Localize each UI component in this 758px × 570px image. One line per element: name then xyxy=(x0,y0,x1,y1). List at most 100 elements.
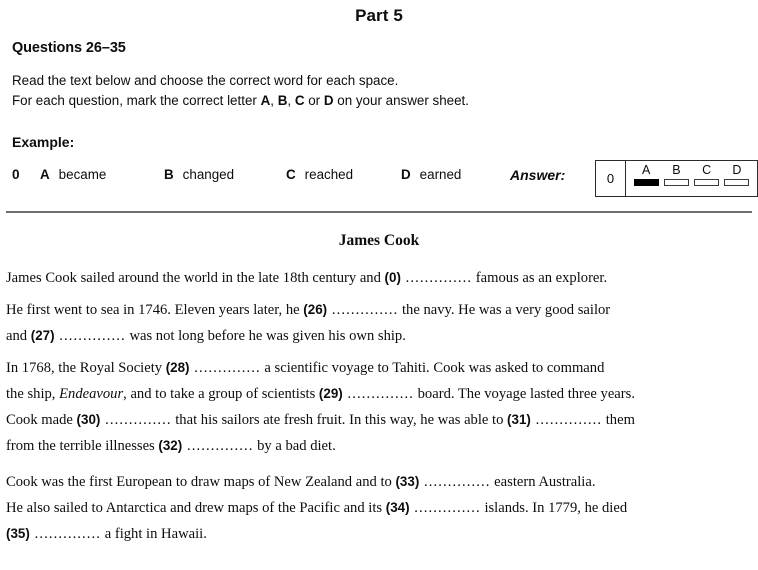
answer-gap[interactable]: .............. xyxy=(410,500,481,516)
sep-1: , xyxy=(270,93,278,108)
answer-label: Answer: xyxy=(510,167,566,183)
question-number: (26) xyxy=(303,302,328,317)
answer-gap[interactable]: .............. xyxy=(100,412,171,428)
example-question-number: 0 xyxy=(12,167,20,182)
passage-line: In 1768, the Royal Society (28) ........… xyxy=(6,355,754,381)
instruction-line-1: Read the text below and choose the corre… xyxy=(12,73,399,88)
example-option-c-letter: C xyxy=(286,167,296,182)
question-number: (33) xyxy=(395,474,420,489)
passage-line: from the terrible illnesses (32) .......… xyxy=(6,433,754,459)
instruction-line-2-part-a: For each question, mark the correct lett… xyxy=(12,93,261,108)
question-number: (31) xyxy=(507,412,531,427)
answer-bubble-c-letter: C xyxy=(702,163,712,177)
passage-paragraph: James Cook sailed around the world in th… xyxy=(6,265,754,291)
passage-paragraph: In 1768, the Royal Society (28) ........… xyxy=(6,355,754,459)
passage-line: the ship, Endeavour, and to take a group… xyxy=(6,381,754,407)
example-option-c-word: reached xyxy=(304,167,354,182)
answer-bubble-d-mark xyxy=(724,179,750,186)
question-number: (34) xyxy=(385,500,410,515)
passage-text: Cook was the first European to draw maps… xyxy=(6,474,396,490)
letter-b: B xyxy=(277,93,288,108)
question-number: (0) xyxy=(384,270,401,285)
question-number: (27) xyxy=(30,328,55,343)
passage-text: He first went to sea in 1746. Eleven yea… xyxy=(6,302,304,318)
passage-text: He also sailed to Antarctica and drew ma… xyxy=(6,500,386,516)
example-row: 0 Abecame Bchanged Creached Dearned Answ… xyxy=(12,160,758,197)
passage-line: (35) .............. a fight in Hawaii. xyxy=(6,521,754,547)
example-option-b-word: changed xyxy=(182,167,235,182)
passage-paragraph: He first went to sea in 1746. Eleven yea… xyxy=(6,297,754,349)
answer-gap[interactable]: .............. xyxy=(419,474,490,490)
answer-bubble-a[interactable]: A xyxy=(632,163,660,193)
ship-name: Endeavour xyxy=(59,386,124,402)
answer-bubble-d-letter: D xyxy=(732,163,742,177)
answer-gap[interactable]: .............. xyxy=(55,328,126,344)
answer-gap[interactable]: .............. xyxy=(401,270,472,286)
answer-gap[interactable]: .............. xyxy=(531,412,602,428)
answer-bubble-d[interactable]: D xyxy=(723,163,751,193)
example-option-d: Dearned xyxy=(401,167,461,182)
question-number: (30) xyxy=(76,412,101,427)
passage-text: islands. In 1779, he died xyxy=(480,500,628,516)
passage-text: , and to take a group of scientists xyxy=(123,386,319,402)
passage-text: was not long before he was given his own… xyxy=(125,328,406,344)
passage-paragraph: Cook was the first European to draw maps… xyxy=(6,469,754,547)
answer-grid-question-number: 0 xyxy=(596,161,626,196)
passage-line: and (27) .............. was not long bef… xyxy=(6,323,754,349)
passage-line: He also sailed to Antarctica and drew ma… xyxy=(6,495,754,521)
example-option-c: Creached xyxy=(286,167,353,182)
passage-text: board. The voyage lasted three years. xyxy=(413,386,635,402)
exam-page: Part 5 Questions 26–35 Read the text bel… xyxy=(0,0,758,570)
answer-bubble-b-mark xyxy=(663,179,689,186)
answer-bubble-c[interactable]: C xyxy=(693,163,721,193)
answer-bubble-b[interactable]: B xyxy=(662,163,690,193)
example-option-a-word: became xyxy=(58,167,107,182)
letter-a: A xyxy=(260,93,271,108)
answer-bubble-b-letter: B xyxy=(672,163,681,177)
passage-text: from the terrible illnesses xyxy=(6,438,159,454)
section-divider xyxy=(6,211,752,213)
page-title: Part 5 xyxy=(355,6,403,25)
example-option-b: Bchanged xyxy=(164,167,234,182)
example-option-a: Abecame xyxy=(40,167,106,182)
answer-gap[interactable]: .............. xyxy=(343,386,414,402)
instruction-line-2-tail: on your answer sheet. xyxy=(333,93,470,108)
answer-gap[interactable]: .............. xyxy=(327,302,398,318)
answer-gap[interactable]: .............. xyxy=(182,438,253,454)
passage-text: a scientific voyage to Tahiti. Cook was … xyxy=(260,360,605,376)
question-number: (28) xyxy=(165,360,190,375)
answer-bubble-a-mark xyxy=(633,179,659,186)
questions-range-heading: Questions 26–35 xyxy=(12,40,126,56)
example-label: Example: xyxy=(12,134,75,150)
passage-line: He first went to sea in 1746. Eleven yea… xyxy=(6,297,754,323)
passage-title: James Cook xyxy=(338,232,420,249)
passage-text: by a bad diet. xyxy=(253,438,336,454)
passage-text: Cook made xyxy=(6,412,77,428)
passage-text: a fight in Hawaii. xyxy=(101,526,207,542)
passage-text: the navy. He was a very good sailor xyxy=(398,302,611,318)
letter-d: D xyxy=(323,93,334,108)
example-option-b-letter: B xyxy=(164,167,174,182)
answer-grid: 0 A B C D xyxy=(595,160,758,197)
passage-text: the ship, xyxy=(6,386,60,402)
passage-text: that his sailors ate fresh fruit. In thi… xyxy=(171,412,508,428)
passage-line: James Cook sailed around the world in th… xyxy=(6,265,754,291)
letter-c: C xyxy=(294,93,305,108)
question-number: (29) xyxy=(318,386,343,401)
example-option-d-word: earned xyxy=(419,167,462,182)
passage-text: famous as an explorer. xyxy=(472,270,608,286)
passage-line: Cook made (30) .............. that his s… xyxy=(6,407,754,433)
passage-text: eastern Australia. xyxy=(490,474,596,490)
example-option-d-letter: D xyxy=(401,167,411,182)
passage-text: and xyxy=(6,328,31,344)
answer-bubble-a-letter: A xyxy=(641,163,651,177)
passage-line: Cook was the first European to draw maps… xyxy=(6,469,754,495)
answer-gap[interactable]: .............. xyxy=(30,526,101,542)
instructions-block: Read the text below and choose the corre… xyxy=(12,71,469,111)
answer-grid-options: A B C D xyxy=(626,161,757,196)
question-number: (32) xyxy=(158,438,183,453)
answer-gap[interactable]: .............. xyxy=(190,360,261,376)
example-option-a-letter: A xyxy=(40,167,50,182)
passage-body: James Cook sailed around the world in th… xyxy=(6,265,754,547)
passage-text: James Cook sailed around the world in th… xyxy=(6,270,385,286)
